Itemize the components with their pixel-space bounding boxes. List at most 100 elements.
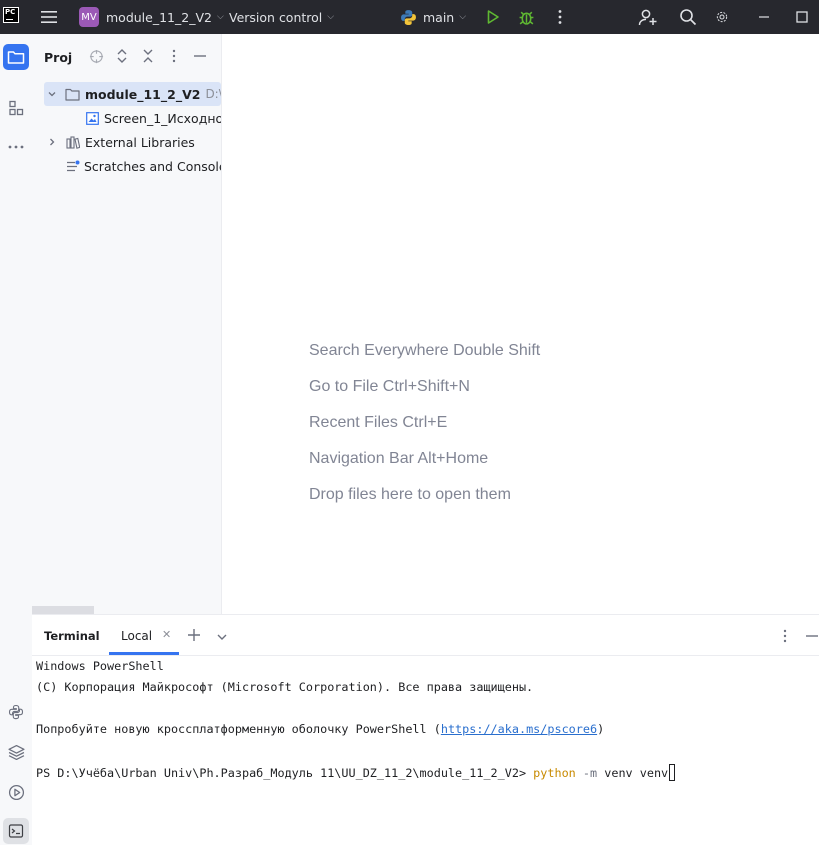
main-menu-button[interactable] <box>40 0 58 34</box>
minimize-icon <box>194 55 206 57</box>
terminal-sessions-dropdown[interactable] <box>216 628 228 647</box>
more-horizontal-icon <box>8 145 24 149</box>
minimize-window-button[interactable] <box>758 0 770 34</box>
hide-panel-button[interactable] <box>192 48 208 64</box>
app-logo: PC <box>3 7 19 23</box>
more-actions-button[interactable] <box>553 0 567 34</box>
more-tools-button[interactable] <box>3 134 29 160</box>
version-control-label: Version control <box>229 9 323 25</box>
run-config-selector[interactable]: main ⌵ <box>400 0 466 34</box>
python-packages-button[interactable] <box>3 699 29 725</box>
minimize-icon <box>806 635 818 637</box>
editor-empty-area: Search Everywhere Double Shift Go to Fil… <box>222 34 819 614</box>
more-vertical-icon <box>172 49 176 63</box>
project-panel-title[interactable]: Proje <box>44 50 72 65</box>
powershell-link[interactable]: https://aka.ms/pscore6 <box>441 722 597 736</box>
tree-item-project-root[interactable]: module_11_2_V2 D:\Учёб <box>44 82 221 106</box>
project-tool-button[interactable] <box>3 44 29 70</box>
crosshair-icon <box>89 49 103 63</box>
maximize-icon <box>796 11 808 23</box>
more-vertical-icon <box>558 10 562 24</box>
library-icon <box>66 135 80 149</box>
left-tool-strip <box>0 34 33 844</box>
command-python: python <box>533 766 576 780</box>
tree-item-screen-file[interactable]: Screen_1_Исходное с <box>32 106 221 130</box>
debug-icon <box>519 11 534 25</box>
hint-navigation-bar: Navigation Bar Alt+Home <box>309 450 489 467</box>
tree-item-label: Scratches and Consoles <box>84 158 222 174</box>
chevron-right-icon[interactable] <box>47 137 59 147</box>
project-name: module_11_2_V2 <box>106 9 212 25</box>
terminal-tab-bar: Terminal Local ✕ <box>32 615 819 656</box>
terminal-title: Terminal <box>44 629 100 643</box>
structure-icon <box>9 100 24 116</box>
project-badge: MV <box>79 7 99 27</box>
panel-options-button[interactable] <box>166 48 182 64</box>
search-button[interactable] <box>679 0 697 34</box>
scratches-icon <box>66 160 80 173</box>
maximize-window-button[interactable] <box>796 0 808 34</box>
python-console-icon <box>8 704 24 720</box>
terminal-prompt-line[interactable]: PS D:\Учёба\Urban Univ\Ph.Разраб_Модуль … <box>36 764 676 781</box>
image-file-icon <box>86 111 99 125</box>
terminal-text: ) <box>597 722 605 736</box>
minimize-icon <box>759 16 769 18</box>
terminal-text: Попробуйте новую кроссплатформенную обол… <box>36 722 441 736</box>
expand-all-button[interactable] <box>114 48 130 64</box>
add-user-icon <box>638 9 657 26</box>
chevron-down-icon: ⌵ <box>327 12 335 22</box>
settings-icon <box>716 11 728 23</box>
title-bar: PC MV module_11_2_V2 ⌵ Version control ⌵… <box>0 0 819 34</box>
command-args: venv venv <box>604 766 669 780</box>
tree-item-label: module_11_2_V2 <box>85 86 201 102</box>
new-terminal-button[interactable] <box>187 627 201 646</box>
debug-button[interactable] <box>518 0 535 34</box>
hint-go-to-file: Go to File Ctrl+Shift+N <box>309 378 470 395</box>
settings-button[interactable] <box>716 0 728 34</box>
tree-item-scratches[interactable]: Scratches and Consoles <box>32 154 221 178</box>
hint-search-everywhere: Search Everywhere Double Shift <box>309 342 541 359</box>
hide-terminal-button[interactable] <box>805 628 819 647</box>
run-config-name: main <box>423 9 455 25</box>
tree-item-external-libraries[interactable]: External Libraries <box>32 130 221 154</box>
services-icon <box>8 784 24 800</box>
chevron-down-icon[interactable] <box>47 89 57 99</box>
collapse-all-button[interactable] <box>140 48 156 64</box>
tree-item-path: D:\Учёб <box>205 87 222 101</box>
layers-tool-button[interactable] <box>3 739 29 765</box>
locate-file-button[interactable] <box>88 48 104 64</box>
close-icon[interactable]: ✕ <box>162 628 171 641</box>
search-icon <box>680 9 697 26</box>
text-cursor <box>669 764 676 781</box>
hint-drop-files: Drop files here to open them <box>309 486 511 503</box>
project-selector[interactable]: MV module_11_2_V2 ⌵ <box>79 0 224 34</box>
services-tool-button[interactable] <box>3 779 29 805</box>
terminal-tool-button[interactable] <box>3 818 29 844</box>
project-panel: Proje module_11_2_V2 D:\Учёб Screen_1_ <box>32 34 222 614</box>
terminal-icon <box>8 824 24 838</box>
hint-recent-files: Recent Files Ctrl+E <box>309 414 448 431</box>
hamburger-menu-icon <box>41 11 57 23</box>
terminal-tab-local[interactable]: Local ✕ <box>109 615 179 655</box>
terminal-line: Windows PowerShell <box>36 659 164 673</box>
chevron-down-icon <box>217 634 227 640</box>
run-icon <box>487 10 499 24</box>
more-vertical-icon <box>783 629 787 643</box>
version-control-menu[interactable]: Version control ⌵ <box>229 0 334 34</box>
horizontal-scrollbar[interactable] <box>32 606 94 614</box>
chevron-down-icon: ⌵ <box>459 12 467 22</box>
collapse-all-icon <box>143 49 153 63</box>
terminal-options-button[interactable] <box>782 628 788 647</box>
code-with-me-button[interactable] <box>638 0 658 34</box>
layers-icon <box>7 744 25 760</box>
chevron-down-icon: ⌵ <box>216 12 224 22</box>
folder-icon <box>65 88 80 101</box>
project-panel-header: Proje <box>32 34 221 80</box>
terminal-line: Попробуйте новую кроссплатформенную обол… <box>36 722 604 736</box>
run-button[interactable] <box>485 0 501 34</box>
structure-tool-button[interactable] <box>3 95 29 121</box>
tree-item-label: External Libraries <box>85 134 195 150</box>
tree-item-label: Screen_1_Исходное с <box>104 110 222 126</box>
python-icon <box>401 9 416 25</box>
plus-icon <box>188 629 200 641</box>
